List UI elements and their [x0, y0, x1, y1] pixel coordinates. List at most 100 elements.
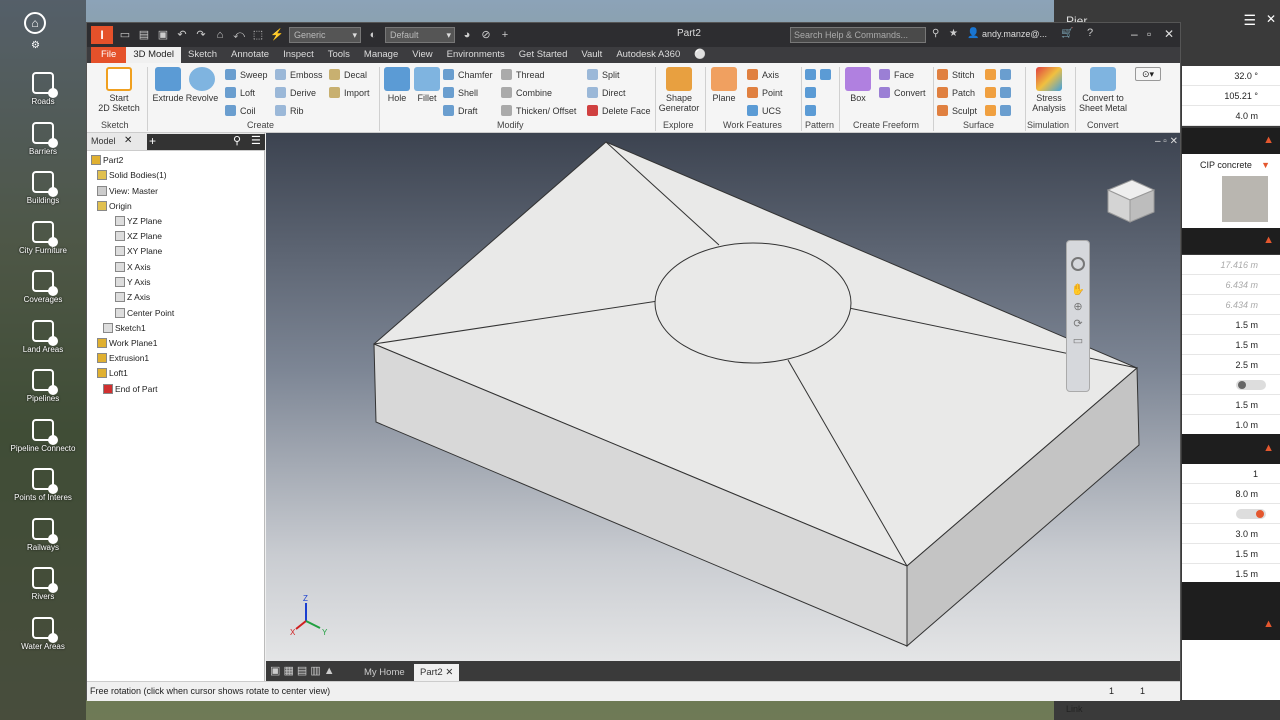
section-header[interactable]: ▲	[1182, 128, 1280, 154]
section-header[interactable]: ▲	[1182, 228, 1280, 254]
material-swatch[interactable]	[1222, 176, 1268, 222]
browser-node[interactable]: End of Part	[103, 384, 158, 394]
toggle-row[interactable]	[1182, 375, 1280, 395]
tab-manage[interactable]: Manage	[357, 47, 405, 63]
split-button[interactable]: Split	[587, 69, 620, 80]
help-icon[interactable]: ?	[1087, 27, 1093, 39]
tab-autodesk-a360[interactable]: Autodesk A360	[609, 47, 687, 63]
face-button[interactable]: Face	[879, 69, 914, 80]
material-select[interactable]: CIP concrete	[1200, 160, 1252, 170]
viewport-window-controls[interactable]: – ▫ ✕	[1155, 136, 1178, 147]
browser-node[interactable]: X Axis	[115, 262, 151, 272]
binoculars-icon[interactable]: ⚲	[932, 28, 939, 39]
surface-tool-1[interactable]	[985, 69, 1015, 80]
property-value[interactable]: 105.21 °	[1182, 86, 1280, 106]
chevron-up-icon[interactable]: ▲	[1263, 618, 1274, 630]
open-icon[interactable]: ▤	[137, 28, 151, 42]
browser-node[interactable]: Solid Bodies(1)	[97, 170, 167, 180]
chamfer-button[interactable]: Chamfer	[443, 69, 493, 80]
draft-button[interactable]: Draft	[443, 105, 478, 116]
property-value[interactable]: 1.5 m	[1182, 335, 1280, 355]
close-button[interactable]: ✕	[1164, 27, 1174, 41]
sweep-button[interactable]: Sweep	[225, 69, 268, 80]
browser-node[interactable]: YZ Plane	[115, 216, 162, 226]
stitch-button[interactable]: Stitch	[937, 69, 975, 80]
home-icon[interactable]: ⌂	[24, 12, 46, 34]
chevron-up-icon[interactable]: ▲	[1263, 234, 1274, 246]
link-label[interactable]: Link	[1066, 704, 1083, 714]
coil-button[interactable]: Coil	[225, 105, 256, 116]
menu-icon[interactable]: ☰	[251, 134, 261, 148]
sketch-pattern-button[interactable]	[805, 105, 820, 116]
delete-face-button[interactable]: Delete Face	[587, 105, 651, 116]
browser-node[interactable]: Extrusion1	[97, 353, 149, 363]
stress-analysis-button[interactable]: Stress Analysis	[1027, 67, 1071, 113]
property-value[interactable]: 1	[1182, 464, 1280, 484]
property-value[interactable]: 1.0 m	[1182, 415, 1280, 435]
toggle-switch[interactable]	[1236, 509, 1266, 519]
point-button[interactable]: Point	[747, 87, 783, 98]
chevron-up-icon[interactable]: ▲	[1263, 134, 1274, 146]
browser-node[interactable]: Origin	[97, 201, 132, 211]
browser-tab-model[interactable]: Model	[91, 136, 116, 146]
start-2d-sketch-button[interactable]: Start 2D Sketch	[97, 67, 141, 113]
property-value[interactable]: 32.0 °	[1182, 66, 1280, 86]
layer-item[interactable]: Water Areas	[0, 616, 86, 651]
browser-node[interactable]: Part2	[91, 155, 123, 165]
derive-button[interactable]: Derive	[275, 87, 316, 98]
return-icon[interactable]: ⤺	[232, 28, 246, 42]
section-header[interactable]: ▲	[1182, 582, 1280, 640]
appearance-combo[interactable]: Default	[385, 27, 455, 43]
user-icon[interactable]: 👤	[967, 28, 979, 39]
thread-button[interactable]: Thread	[501, 69, 545, 80]
layer-item[interactable]: Coverages	[0, 270, 86, 304]
undo-icon[interactable]: ↶	[175, 28, 189, 42]
axis-button[interactable]: Axis	[747, 69, 779, 80]
ucs-button[interactable]: UCS	[747, 105, 781, 116]
layer-item[interactable]: Rivers	[0, 567, 86, 601]
select-icon[interactable]: ⬚	[251, 28, 265, 42]
property-value[interactable]: 1.5 m	[1182, 544, 1280, 564]
tab-tools[interactable]: Tools	[321, 47, 357, 63]
search-input[interactable]: Search Help & Commands...	[790, 27, 926, 43]
part-model[interactable]: Z X Y	[266, 133, 1180, 661]
surface-tool-2[interactable]	[985, 87, 1015, 98]
material-card[interactable]: CIP concrete ▼	[1182, 154, 1280, 228]
shell-button[interactable]: Shell	[443, 87, 478, 98]
clear-icon[interactable]: ⊘	[479, 28, 493, 42]
patch-button[interactable]: Patch	[937, 87, 975, 98]
minimize-button[interactable]: –	[1131, 27, 1138, 41]
tab-get-started[interactable]: Get Started	[512, 47, 575, 63]
property-value[interactable]: 1.5 m	[1182, 315, 1280, 335]
layer-item[interactable]: City Furniture	[0, 220, 86, 255]
layer-item[interactable]: Points of Interes	[0, 468, 86, 502]
pan-icon[interactable]: ✋	[1067, 283, 1089, 296]
browser-node[interactable]: XY Plane	[115, 246, 162, 256]
property-value[interactable]: 2.5 m	[1182, 355, 1280, 375]
toggle-icon[interactable]: ⚪	[687, 47, 713, 63]
browser-node[interactable]: Loft1	[97, 368, 128, 378]
import-button[interactable]: Import	[329, 87, 370, 98]
revolve-button[interactable]: Revolve	[185, 67, 219, 103]
tab-3d-model[interactable]: 3D Model	[126, 47, 181, 63]
app-logo-icon[interactable]: I	[91, 26, 113, 44]
ribbon-options-icon[interactable]: ⊙▾	[1135, 67, 1161, 81]
layer-item[interactable]: Railways	[0, 517, 86, 552]
browser-node[interactable]: Z Axis	[115, 292, 150, 302]
toggle-switch[interactable]	[1236, 380, 1266, 390]
toggle-row[interactable]	[1182, 504, 1280, 524]
zoom-icon[interactable]: ⊕	[1067, 300, 1089, 313]
box-button[interactable]: Box	[843, 67, 873, 103]
browser-node[interactable]: Center Point	[115, 308, 174, 318]
layer-item[interactable]: Buildings	[0, 171, 86, 205]
browser-node[interactable]: View: Master	[97, 186, 158, 196]
close-icon[interactable]: ✕	[1266, 12, 1276, 26]
circular-pattern-button[interactable]	[805, 87, 820, 98]
sculpt-button[interactable]: Sculpt	[937, 105, 977, 116]
menu-icon[interactable]: ☰	[1243, 12, 1256, 29]
rectangular-pattern-button[interactable]	[805, 69, 835, 80]
material-combo[interactable]: Generic	[289, 27, 361, 43]
hole-button[interactable]: Hole	[383, 67, 411, 103]
combine-button[interactable]: Combine	[501, 87, 552, 98]
tab-vault[interactable]: Vault	[574, 47, 609, 63]
